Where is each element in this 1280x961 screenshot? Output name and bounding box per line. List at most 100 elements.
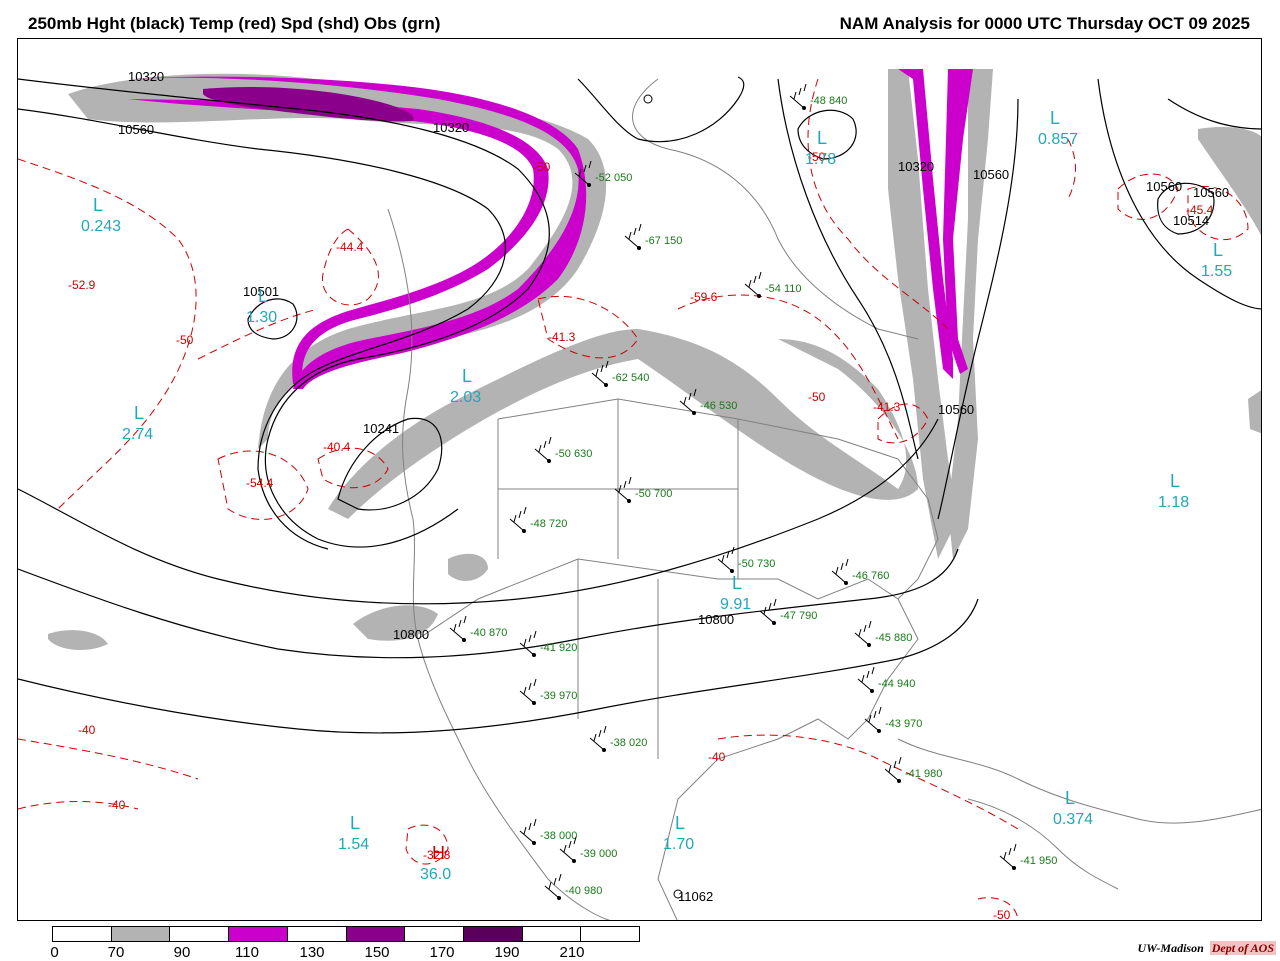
obs-label: -39 970 [540, 690, 577, 702]
pressure-center-value: 2.74 [122, 426, 153, 443]
pressure-center-letter: L [93, 195, 103, 215]
colorbar-segment [581, 927, 640, 941]
wind-barb [509, 506, 527, 532]
analysis-time: NAM Analysis for 0000 UTC Thursday OCT 0… [839, 14, 1250, 33]
temperature-label: -52.9 [68, 278, 96, 292]
station-obs: -41 980 [884, 756, 942, 783]
temperature-contours [18, 78, 1249, 920]
temperature-label: -45.4 [1186, 203, 1214, 217]
height-label: 11062 [678, 889, 713, 904]
pressure-center-letter: L [1213, 240, 1223, 260]
obs-label: -41 950 [1020, 855, 1057, 867]
height-labels: 1032010560 10320103201056010560 1056010514… [118, 69, 1229, 904]
height-label: 10560 [938, 402, 974, 417]
obs-label: -43 970 [885, 718, 922, 730]
pressure-center-value: 0.857 [1038, 131, 1078, 148]
colorbar-segment [287, 927, 347, 941]
wind-barb [857, 666, 875, 692]
wind-barb [744, 271, 762, 297]
station-obs: -46 760 [831, 558, 889, 585]
temperature-label: -50 [176, 333, 194, 347]
colorbar-tick: 90 [173, 944, 191, 961]
obs-label: -39 000 [580, 848, 617, 860]
station-obs: -40 980 [544, 873, 602, 900]
colorbar-tick: 70 [107, 944, 125, 961]
station-obs: -43 970 [864, 706, 922, 733]
height-label: 10560 [1193, 185, 1229, 200]
height-contours [18, 76, 1261, 734]
pressure-center-letter: H [432, 843, 445, 863]
temperature-labels: -52.9 -50 -44.4 -50 -41.3 -59.6 -50 -41.3 -54.4 -… [68, 150, 1214, 921]
height-label: 10560 [973, 167, 1009, 182]
colorbar-tick: 150 [364, 944, 390, 961]
station-obs: -47 790 [759, 598, 817, 625]
pressure-center-letter: L [350, 813, 360, 833]
map-title: 250mb Hght (black) Temp (red) Spd (shd) … [28, 14, 441, 33]
wind-barb [854, 620, 872, 646]
height-label: 10800 [393, 627, 429, 642]
temperature-label: -50 [993, 908, 1011, 921]
station-obs: -41 950 [999, 843, 1057, 870]
station-obs: -54 110 [744, 271, 802, 298]
wind-barb [999, 843, 1017, 869]
obs-label: -50 730 [738, 558, 775, 570]
colorbar-segment [405, 927, 464, 941]
pressure-center-letter: L [462, 366, 472, 386]
pressure-center-value: 36.0 [420, 866, 451, 883]
height-label: 10800 [698, 612, 734, 627]
height-label: 10560 [118, 122, 154, 137]
obs-label: -40 980 [565, 885, 602, 897]
wind-barb [519, 678, 537, 704]
obs-label: -48 720 [530, 518, 567, 530]
wind-barb [789, 83, 807, 109]
pressure-center-letter: L [258, 286, 268, 306]
station-obs: -39 970 [519, 678, 577, 705]
obs-label: -47 790 [780, 610, 817, 622]
colorbar-segment [346, 927, 406, 941]
height-label: 10560 [1146, 179, 1182, 194]
colorbar-segment [229, 927, 288, 941]
pressure-center-value: 0.243 [81, 218, 121, 235]
pressure-center-value: 1.55 [1201, 263, 1232, 280]
credit-dept: Dept of AOS [1209, 941, 1276, 955]
pressure-center-value: 1.70 [663, 836, 694, 853]
obs-label: -48 840 [810, 95, 847, 107]
station-obs: -38 000 [519, 818, 577, 845]
colorbar-segment [53, 927, 112, 941]
temperature-label: -40.4 [323, 440, 351, 454]
temperature-label: -50 [808, 390, 826, 404]
height-label: 10320 [898, 159, 934, 174]
obs-label: -44 940 [878, 678, 915, 690]
station-obs: -45 880 [854, 620, 912, 647]
station-obs: -48 720 [509, 506, 567, 533]
wind-barb [624, 223, 642, 249]
colorbar-segment [522, 927, 582, 941]
colorbar-segment [463, 927, 523, 941]
temperature-label: -41.3 [873, 400, 901, 414]
height-label: 10241 [363, 421, 399, 436]
obs-label: -62 540 [612, 372, 649, 384]
colorbar-tick: 110 [235, 944, 259, 961]
obs-label: -41 980 [905, 768, 942, 780]
colorbar-tick: 210 [559, 944, 585, 961]
temperature-label: -54.4 [246, 476, 274, 490]
obs-label: -38 000 [540, 830, 577, 842]
colorbar-segment [111, 927, 171, 941]
station-obs: -41 920 [519, 630, 577, 657]
station-obs: -48 840 [789, 83, 847, 110]
obs-label: -54 110 [765, 283, 802, 295]
pressure-center-value: 0.374 [1053, 811, 1093, 828]
colorbar-segment [170, 927, 230, 941]
credit: UW-Madison Dept of AOS [1138, 941, 1276, 956]
station-obs: -38 020 [589, 725, 647, 752]
obs-label: -50 630 [555, 448, 592, 460]
pressure-center-value: 9.91 [720, 596, 751, 613]
map-canvas: 1032010560 10320103201056010560 1056010514… [18, 69, 1261, 921]
obs-label: -38 020 [610, 737, 647, 749]
pressure-center-letter: L [1050, 108, 1060, 128]
pressure-center-value: 2.03 [450, 389, 481, 406]
pressure-center-letter: L [134, 403, 144, 423]
station-obs: -67 150 [624, 223, 682, 250]
station-obs: -50 700 [614, 476, 672, 503]
obs-label: -41 920 [540, 642, 577, 654]
